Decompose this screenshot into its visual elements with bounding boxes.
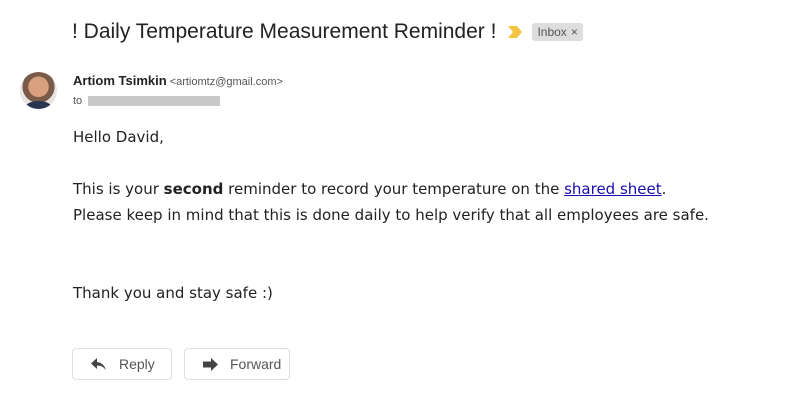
greeting: Hello David, <box>73 128 164 146</box>
text: reminder to record your temperature on t… <box>223 180 565 198</box>
closing: Thank you and stay safe :) <box>73 284 273 302</box>
forward-label: Forward <box>230 356 282 372</box>
remove-label-icon[interactable]: × <box>571 25 578 39</box>
text: . <box>661 180 667 198</box>
sender-email: <artiomtz@gmail.com> <box>169 76 283 88</box>
sender-info: Artiom Tsimkin <artiomtz@gmail.com> <box>73 73 283 88</box>
sender-name: Artiom Tsimkin <box>73 73 167 88</box>
email-body: Hello David, This is your second reminde… <box>73 124 709 306</box>
to-label: to <box>73 95 83 107</box>
text: This is your <box>73 180 164 198</box>
email-subject: ! Daily Temperature Measurement Reminder… <box>72 20 583 44</box>
forward-button[interactable]: Forward <box>184 348 290 380</box>
redacted-recipient <box>88 96 221 106</box>
avatar <box>20 72 57 109</box>
reply-icon <box>91 357 106 370</box>
inbox-label: Inbox × <box>532 23 583 41</box>
label-text: Inbox <box>537 25 567 39</box>
importance-marker-icon[interactable] <box>508 26 523 38</box>
bold-text: second <box>163 180 224 198</box>
reply-label: Reply <box>119 356 155 372</box>
forward-arrow-icon <box>203 357 218 371</box>
body-line-2: Please keep in mind that this is done da… <box>73 206 709 224</box>
subject-text: ! Daily Temperature Measurement Reminder… <box>72 20 497 43</box>
body-line-1: This is your second reminder to record y… <box>73 176 709 202</box>
reply-button[interactable]: Reply <box>72 348 172 380</box>
shared-sheet-link[interactable]: shared sheet <box>564 180 662 198</box>
recipient-line: to <box>73 95 221 107</box>
